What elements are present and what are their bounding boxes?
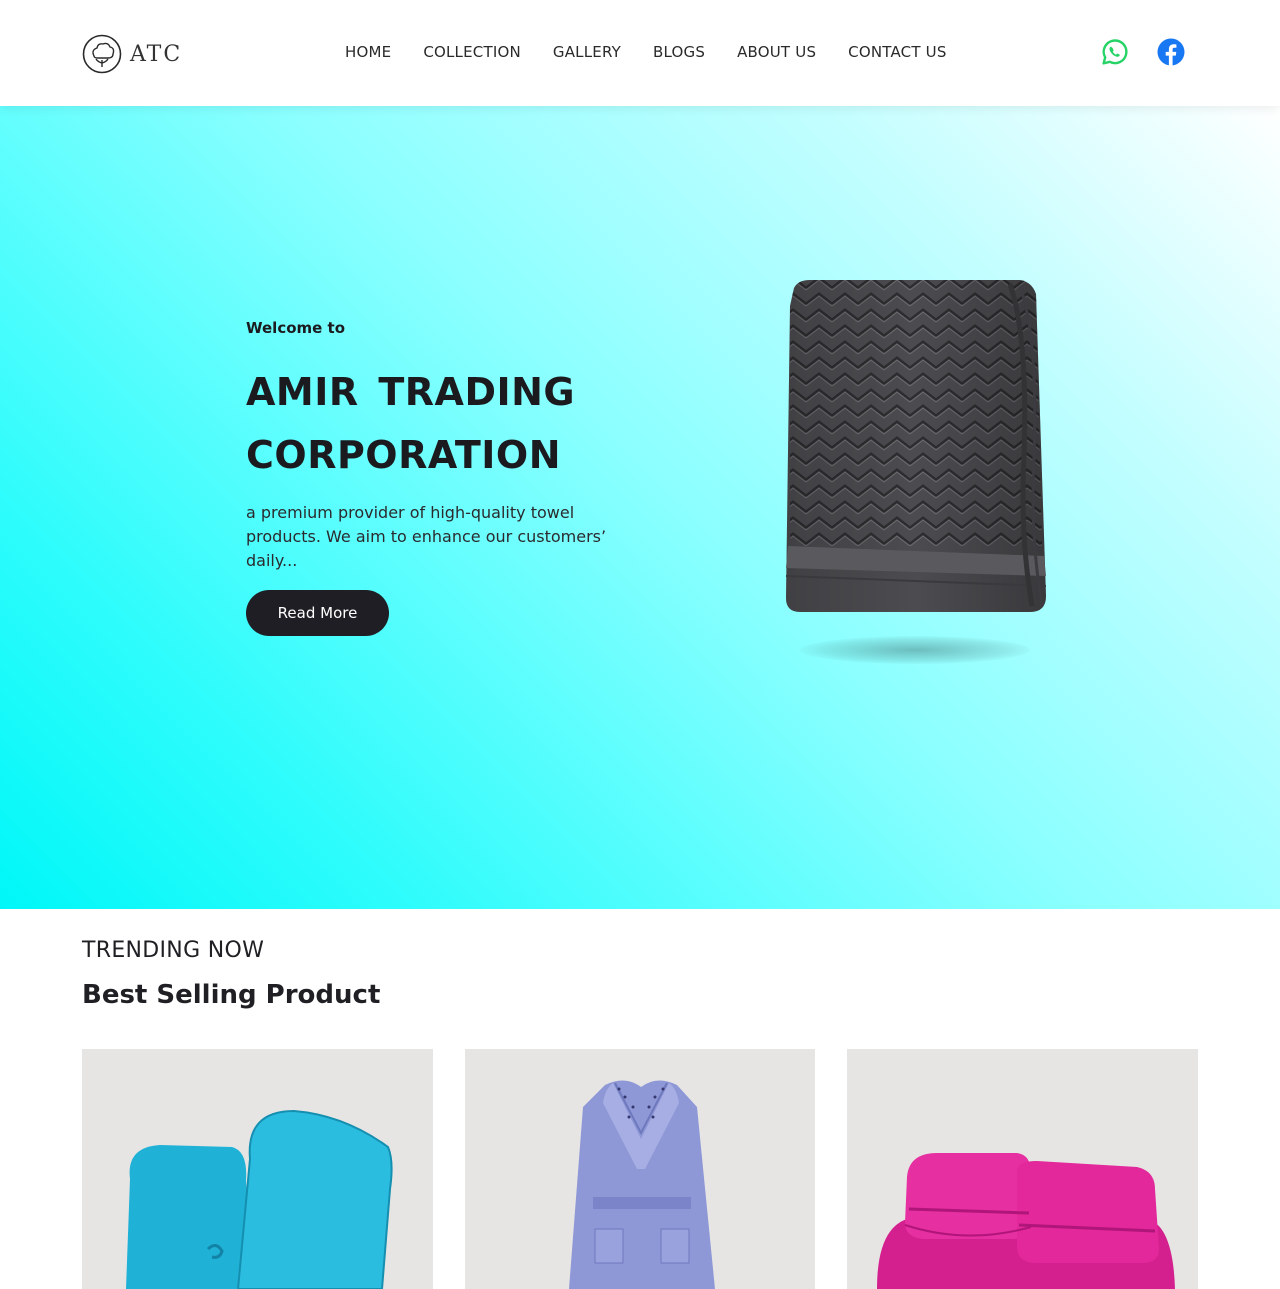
hero-description: a premium provider of high-quality towel… xyxy=(246,503,607,570)
trending-title: Best Selling Product xyxy=(82,980,381,1010)
nav-home[interactable]: HOME xyxy=(345,43,391,61)
pink-towels-image xyxy=(877,1153,1175,1289)
product-card-bathrobe[interactable] xyxy=(465,1049,815,1289)
whatsapp-icon[interactable] xyxy=(1101,38,1129,66)
logo-text: ATC xyxy=(130,41,183,67)
facebook-icon[interactable] xyxy=(1157,38,1185,66)
bath-mitt-image xyxy=(126,1109,393,1289)
product-card-pink-towels[interactable] xyxy=(847,1049,1198,1289)
hero-towel-image xyxy=(785,280,1047,612)
hero-title: AMIR TRADING CORPORATION xyxy=(246,370,576,477)
read-more-button[interactable]: Read More xyxy=(246,590,389,636)
hero-welcome: Welcome to xyxy=(246,319,346,337)
site-logo[interactable]: ATC xyxy=(82,34,182,74)
cotton-flower-icon xyxy=(82,34,122,74)
site-header: ATC HOME COLLECTION GALLERY BLOGS ABOUT … xyxy=(0,0,1280,106)
nav-contact-us[interactable]: CONTACT US xyxy=(848,43,946,61)
nav-gallery[interactable]: GALLERY xyxy=(553,43,621,61)
nav-about-us[interactable]: ABOUT US xyxy=(737,43,816,61)
product-card-bath-mitt[interactable] xyxy=(82,1049,433,1289)
nav-collection[interactable]: COLLECTION xyxy=(423,43,521,61)
bathrobe-image xyxy=(569,1080,715,1289)
nav-blogs[interactable]: BLOGS xyxy=(653,43,705,61)
main-nav: HOME COLLECTION GALLERY BLOGS ABOUT US C… xyxy=(345,43,947,61)
trending-label: TRENDING NOW xyxy=(82,938,265,963)
hero-banner: Welcome to AMIR TRADING CORPORATION a pr… xyxy=(0,106,1280,909)
